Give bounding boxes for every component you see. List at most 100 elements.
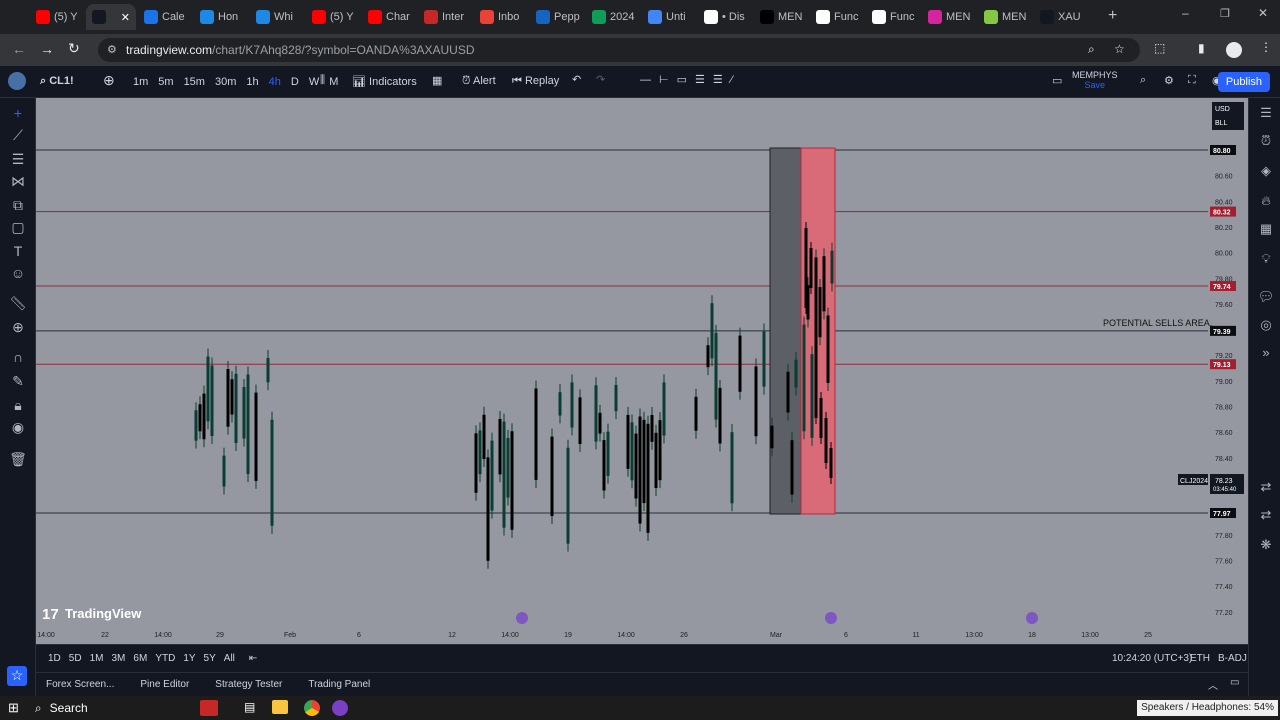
price-chart[interactable]: 80.6080.4080.2080.0079.8079.6079.2079.00… [36, 98, 1248, 644]
goto-date-icon[interactable]: ⇤ [249, 653, 257, 664]
interval-1h[interactable]: 1h [241, 71, 263, 93]
browser-tab[interactable]: Inter [418, 4, 472, 30]
bookmark-star-icon[interactable]: ☆ [1114, 42, 1125, 56]
broadcast-icon[interactable]: » [1257, 344, 1275, 362]
calendar-icon[interactable]: ▦ [1257, 220, 1275, 238]
hotlists-icon[interactable]: 🔥︎ [1257, 192, 1275, 210]
adjust-label[interactable]: B-ADJ [1218, 653, 1247, 664]
shapes-icon[interactable]: ▢ [9, 218, 27, 236]
layers-icon[interactable]: ◈ [1257, 162, 1275, 180]
watchlist-icon[interactable]: ☰ [1257, 104, 1275, 122]
browser-tab[interactable]: (5) Y [306, 4, 360, 30]
session-label[interactable]: ETH [1190, 653, 1210, 664]
fib-icon[interactable]: ☰ [9, 150, 27, 168]
chart-type-icon[interactable]: ⫼ [320, 74, 325, 87]
ideas-icon[interactable]: 💡︎ [1257, 250, 1275, 268]
quick-search-icon[interactable]: ⌕ [1140, 74, 1146, 87]
eye-icon[interactable]: ◉ [9, 418, 27, 436]
site-info-icon[interactable]: ⚙ [107, 43, 117, 56]
media-player-icon[interactable] [332, 700, 348, 716]
profile-avatar[interactable] [1226, 42, 1242, 58]
browser-tab[interactable]: Cale [138, 4, 192, 30]
windows-start-icon[interactable]: ⊞ [8, 700, 19, 716]
panel-tab[interactable]: Strategy Tester [215, 679, 282, 690]
user-avatar[interactable] [8, 72, 26, 90]
magnet-icon[interactable]: ∩ [9, 348, 27, 366]
browser-tab[interactable]: • Dis [698, 4, 752, 30]
browser-tab[interactable]: Func [810, 4, 864, 30]
chat-icon[interactable]: 💬︎ [1257, 288, 1275, 306]
browser-tab[interactable]: MEN [754, 4, 808, 30]
trash-icon[interactable]: 🗑︎ [9, 450, 27, 468]
panel-tab[interactable]: Pine Editor [140, 679, 189, 690]
range-3m[interactable]: 3M [108, 653, 130, 664]
interval-D[interactable]: D [286, 71, 304, 93]
crosshair-icon[interactable]: + [9, 104, 27, 122]
interval-4h[interactable]: 4h [264, 71, 286, 93]
taskbar-search[interactable]: ⌕ Search [35, 701, 88, 716]
browser-tab[interactable]: (5) Y [30, 4, 84, 30]
event-marker-icon[interactable] [1026, 612, 1038, 624]
stay-drawing-icon[interactable]: ✎ [9, 372, 27, 390]
templates-icon[interactable]: ▦ [432, 74, 442, 87]
translate-icon[interactable]: ⇄ [1257, 478, 1275, 496]
ruler-icon[interactable]: 📏︎ [9, 294, 27, 312]
interval-30m[interactable]: 30m [210, 71, 241, 93]
browser-tab[interactable]: Inbo [474, 4, 528, 30]
extension-icon[interactable]: ⇄ [1257, 506, 1275, 524]
range-5d[interactable]: 5D [65, 653, 86, 664]
undo-icon[interactable]: ↶ [572, 73, 581, 86]
redo-icon[interactable]: ↷ [596, 73, 605, 86]
browser-tab[interactable]: XAU [1034, 4, 1088, 30]
browser-tab[interactable]: ✕ [86, 4, 136, 30]
browser-tab[interactable]: Func [866, 4, 920, 30]
lock-icon[interactable]: 🔒︎ [9, 396, 27, 414]
browser-tab[interactable]: Pepp [530, 4, 584, 30]
maximize-panel-icon[interactable]: ▭ [1230, 677, 1239, 688]
prediction-icon[interactable]: ⧉ [9, 196, 27, 214]
text-tool-icon[interactable]: T [9, 242, 27, 260]
news-widget-icon[interactable] [200, 700, 218, 716]
browser-tab[interactable]: MEN [978, 4, 1032, 30]
layout-name[interactable]: MEMPHYS Save [1072, 70, 1118, 90]
close-tab-icon[interactable]: ✕ [121, 11, 130, 24]
interval-1m[interactable]: 1m [128, 71, 153, 93]
replay-button[interactable]: ⏮ Replay [512, 75, 559, 88]
range-1m[interactable]: 1M [86, 653, 108, 664]
drawing-favorites-bar[interactable]: —⊢▭☰☰⁄ [640, 73, 741, 86]
browser-tab[interactable]: Hon [194, 4, 248, 30]
browser-menu-icon[interactable]: ⋮ [1260, 40, 1272, 54]
compare-add-icon[interactable]: ⊕ [103, 72, 115, 89]
fullscreen-icon[interactable]: ⛶ [1188, 74, 1196, 87]
chrome-icon[interactable] [304, 700, 320, 716]
event-marker-icon[interactable] [516, 612, 528, 624]
event-markers[interactable] [516, 612, 1038, 624]
event-marker-icon[interactable] [825, 612, 837, 624]
new-tab-icon[interactable]: + [1108, 7, 1117, 25]
interval-5m[interactable]: 5m [153, 71, 178, 93]
currency-selector[interactable]: USD BLL [1212, 102, 1244, 130]
pattern-icon[interactable]: ⋈ [9, 172, 27, 190]
browser-tab[interactable]: Char [362, 4, 416, 30]
browser-tab[interactable]: Unti [642, 4, 696, 30]
range-5y[interactable]: 5Y [200, 653, 220, 664]
minimize-icon[interactable]: – [1182, 6, 1189, 20]
zoom-search-icon[interactable]: ⌕ [1088, 42, 1095, 57]
panel-tab[interactable]: Trading Panel [308, 679, 370, 690]
alert-button[interactable]: ⏰︎ Alert [462, 75, 496, 88]
range-1y[interactable]: 1Y [179, 653, 199, 664]
range-all[interactable]: All [220, 653, 239, 664]
collapse-icon[interactable]: ︿ [1208, 677, 1218, 692]
url-bar[interactable]: ⚙ tradingview.com/chart/K7Ahq828/?symbol… [98, 38, 1140, 62]
browser-tab[interactable]: MEN [922, 4, 976, 30]
interval-15m[interactable]: 15m [179, 71, 210, 93]
forward-icon[interactable]: → [40, 41, 54, 57]
range-ytd[interactable]: YTD [151, 653, 179, 664]
chart-pane[interactable]: 80.60 80.40 80.20 80.00 79.80 79.60 79.20 79.00… [36, 98, 1248, 644]
symbol-search[interactable]: ⌕ CL1! [40, 75, 74, 88]
panel-tab[interactable]: Forex Screen... [46, 679, 114, 690]
layout-icon[interactable]: ▭ [1052, 74, 1062, 87]
trendline-icon[interactable]: ⟋ [9, 126, 27, 144]
browser-tab[interactable]: Whi [250, 4, 304, 30]
emoji-icon[interactable]: ☺ [9, 264, 27, 282]
